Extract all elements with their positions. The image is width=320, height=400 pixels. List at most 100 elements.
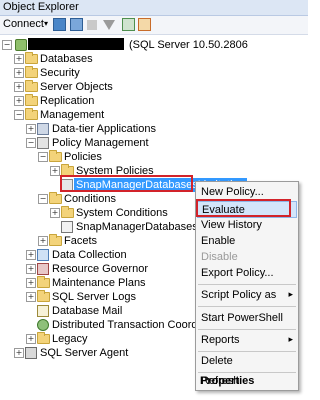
tree-node-server[interactable]: − (SQL Server 10.50.2806 — [0, 38, 308, 52]
tree-label: Security — [40, 67, 80, 79]
tree-label: Replication — [40, 95, 95, 107]
mail-icon — [37, 305, 49, 317]
tree-node-conditions[interactable]: − Conditions — [0, 192, 200, 206]
menu-separator — [198, 284, 296, 285]
tree-node-security[interactable]: + Security — [0, 66, 200, 80]
expand-icon[interactable]: + — [26, 250, 36, 260]
tree-label: Facets — [64, 235, 98, 247]
filter-settings-icon[interactable] — [122, 18, 135, 31]
agent-icon — [25, 347, 37, 359]
folder-icon — [37, 290, 50, 302]
submenu-arrow-icon: ▸ — [288, 290, 293, 300]
filter-icon[interactable] — [103, 20, 115, 30]
submenu-arrow-icon: ▸ — [288, 335, 293, 345]
connect-dropdown-icon[interactable]: ▾ — [44, 19, 48, 28]
expand-icon[interactable]: + — [50, 208, 60, 218]
tree-node-policies[interactable]: − Policies — [0, 150, 200, 164]
expand-icon[interactable]: + — [26, 292, 36, 302]
menu-item-start-powershell[interactable]: Start PowerShell — [197, 310, 297, 327]
menu-separator — [198, 306, 296, 307]
expand-icon[interactable]: + — [14, 96, 24, 106]
tree-node-databases[interactable]: + Databases — [0, 52, 200, 66]
tree-label: Data-tier Applications — [52, 123, 156, 135]
tree-node-database-mail[interactable]: Database Mail — [0, 304, 200, 318]
dtc-icon — [37, 319, 49, 331]
stop-icon[interactable] — [87, 20, 97, 30]
tree-label: SQL Server Agent — [40, 347, 129, 359]
collapse-icon[interactable]: − — [26, 138, 36, 148]
collapse-icon[interactable]: − — [14, 110, 24, 120]
tree-label: SQL Server Logs — [52, 291, 136, 303]
menu-item-export-policy[interactable]: Export Policy... — [197, 265, 297, 282]
expand-icon[interactable]: + — [26, 278, 36, 288]
tree-node-dtc[interactable]: Distributed Transaction Coord — [0, 318, 200, 332]
data-collection-icon — [37, 249, 49, 261]
tree-label: Distributed Transaction Coord — [52, 319, 198, 331]
tree-node-server-objects[interactable]: + Server Objects — [0, 80, 200, 94]
policy-management-icon — [37, 137, 49, 149]
tree-node-management[interactable]: − Management — [0, 108, 200, 122]
tree-label: Database Mail — [52, 305, 123, 317]
tree-node-data-tier-applications[interactable]: + Data-tier Applications — [0, 122, 200, 136]
tree-label: Maintenance Plans — [52, 277, 146, 289]
collapse-icon[interactable]: − — [38, 152, 48, 162]
folder-icon — [25, 108, 38, 120]
data-tier-icon — [37, 123, 49, 135]
server-label: (SQL Server 10.50.2806 — [129, 39, 248, 51]
window-title: Object Explorer — [3, 1, 79, 13]
connect-server-icon[interactable] — [53, 18, 66, 31]
expand-icon[interactable]: + — [26, 124, 36, 134]
folder-icon — [25, 66, 38, 78]
expand-icon[interactable]: + — [14, 82, 24, 92]
folder-icon — [37, 276, 50, 288]
tree-label: Policies — [64, 151, 102, 163]
expand-icon[interactable]: + — [14, 68, 24, 78]
tree-node-resource-governor[interactable]: + Resource Governor — [0, 262, 200, 276]
expand-icon[interactable]: + — [14, 54, 24, 64]
expand-icon[interactable]: + — [14, 348, 24, 358]
folder-icon — [61, 206, 74, 218]
menu-item-label: Script Policy as — [201, 289, 277, 301]
refresh-icon[interactable] — [138, 18, 151, 31]
menu-separator — [198, 351, 296, 352]
server-icon — [15, 39, 27, 51]
menu-item-properties[interactable]: Properties — [196, 374, 296, 388]
condition-icon — [61, 221, 73, 233]
tree-label: Legacy — [52, 333, 88, 345]
tree-node-policy-management[interactable]: − Policy Management — [0, 136, 200, 150]
menu-item-delete[interactable]: Delete — [197, 353, 297, 370]
menu-item-disable: Disable — [201, 251, 238, 263]
menu-separator — [198, 372, 296, 373]
collapse-icon[interactable]: − — [38, 194, 48, 204]
tree-node-data-collection[interactable]: + Data Collection — [0, 248, 200, 262]
expand-icon[interactable]: + — [50, 166, 60, 176]
tree-node-legacy[interactable]: + Legacy — [0, 332, 200, 346]
tree-label: SnapManagerDatabases — [76, 221, 198, 233]
tree-node-replication[interactable]: + Replication — [0, 94, 200, 108]
disconnect-icon[interactable] — [70, 18, 83, 31]
folder-icon — [25, 94, 38, 106]
expand-icon[interactable]: + — [26, 264, 36, 274]
annotation-box-policy — [60, 175, 193, 192]
folder-icon — [49, 150, 62, 162]
folder-icon — [25, 52, 38, 64]
menu-item-reports[interactable]: Reports ▸ — [197, 332, 297, 349]
annotation-box-evaluate — [196, 199, 291, 217]
collapse-icon[interactable]: − — [2, 40, 12, 50]
expand-icon[interactable]: + — [26, 334, 36, 344]
object-explorer-titlebar: Object Explorer — [0, 0, 308, 16]
tree-node-facets[interactable]: + Facets — [0, 234, 200, 248]
redacted-server-name — [28, 38, 124, 50]
menu-separator — [198, 329, 296, 330]
tree-node-maintenance-plans[interactable]: + Maintenance Plans — [0, 276, 200, 290]
menu-item-view-history[interactable]: View History — [197, 217, 297, 234]
menu-item-enable[interactable]: Enable — [197, 233, 297, 250]
tree-node-system-conditions[interactable]: + System Conditions — [0, 206, 200, 220]
tree-node-sql-server-agent[interactable]: + SQL Server Agent — [0, 346, 200, 360]
connect-button[interactable]: Connect — [3, 18, 44, 30]
tree-node-sql-server-logs[interactable]: + SQL Server Logs — [0, 290, 200, 304]
menu-item-script-policy-as[interactable]: Script Policy as ▸ — [197, 287, 297, 304]
tree-label: Policy Management — [52, 137, 149, 149]
tree-node-snapmanager-condition[interactable]: SnapManagerDatabases — [0, 220, 200, 234]
expand-icon[interactable]: + — [38, 236, 48, 246]
